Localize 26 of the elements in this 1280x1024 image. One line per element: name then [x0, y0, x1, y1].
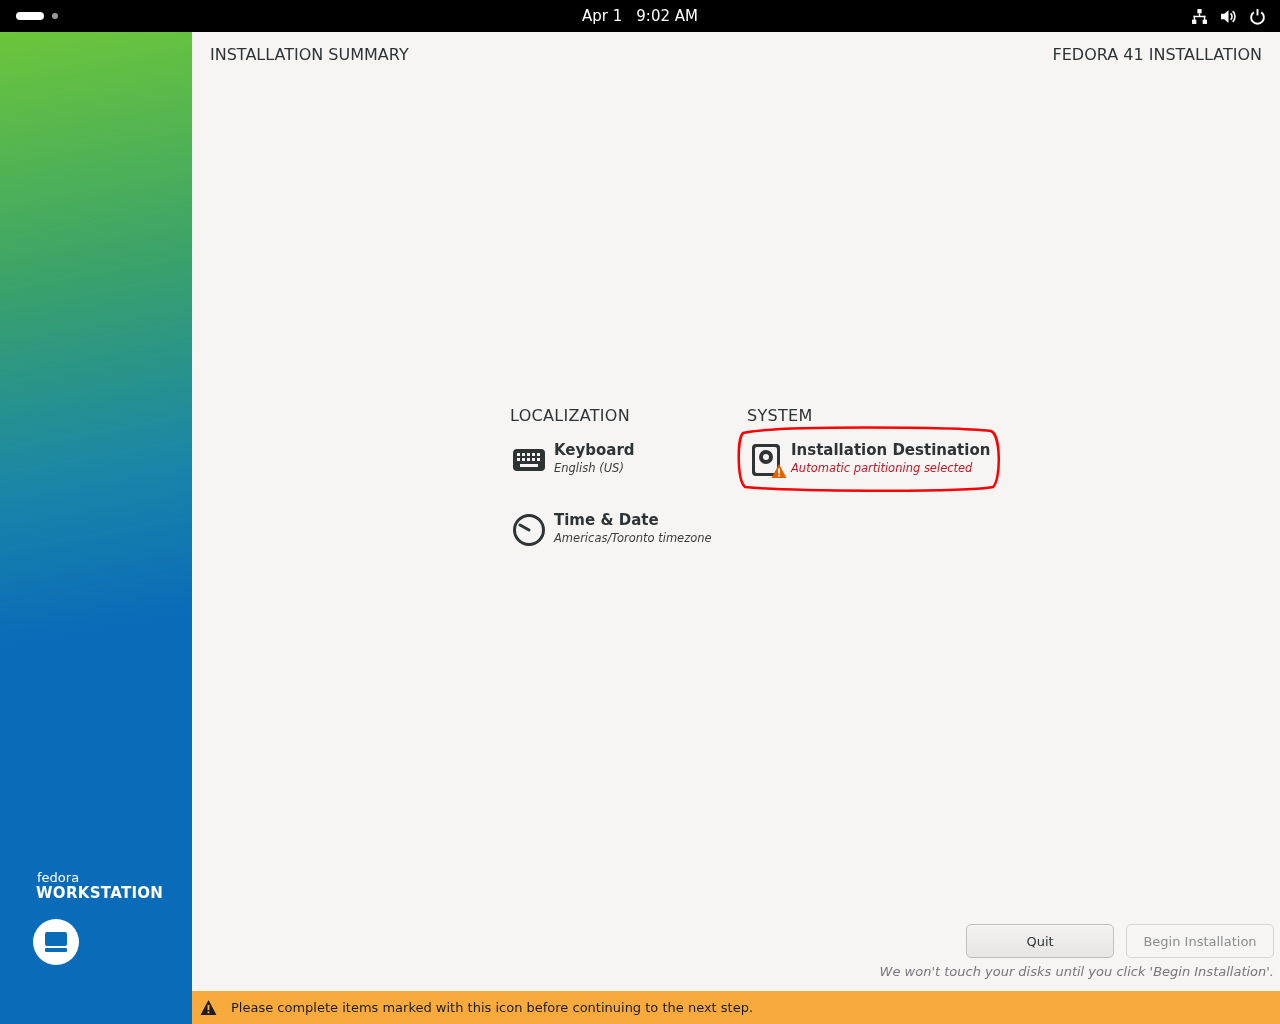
- warning-icon: [200, 999, 217, 1016]
- date-label[interactable]: Apr 1: [582, 7, 623, 25]
- time-label[interactable]: 9:02 AM: [636, 7, 698, 25]
- power-icon[interactable]: [1249, 7, 1266, 25]
- spoke-title[interactable]: Installation Destination: [791, 441, 991, 459]
- spoke-title[interactable]: Time & Date: [554, 511, 712, 529]
- spoke-status: English (US): [554, 461, 625, 475]
- spoke-status: Americas/Toronto timezone: [554, 531, 712, 545]
- product-title: FEDORA 41 INSTALLATION: [1052, 45, 1262, 64]
- spoke-title[interactable]: Keyboard: [554, 441, 635, 459]
- warning-message: Please complete items marked with this icon before continuing to the next step.: [231, 1000, 754, 1015]
- page-title: INSTALLATION SUMMARY: [210, 45, 409, 64]
- activities-indicator[interactable]: [16, 12, 44, 20]
- category-title: SYSTEM: [747, 406, 814, 425]
- warning-icon: [771, 463, 787, 479]
- network-icon[interactable]: [1191, 7, 1208, 25]
- quit-button[interactable]: Quit: [966, 924, 1114, 958]
- logo-wordmark: fedora: [37, 871, 80, 884]
- spoke-status: Automatic partitioning selected: [791, 461, 974, 475]
- laptop-logo-icon: [32, 918, 80, 966]
- category-title: LOCALIZATION: [510, 406, 631, 425]
- volume-icon[interactable]: [1220, 7, 1237, 25]
- logo-edition: WORKSTATION: [36, 884, 164, 902]
- clock-icon: [512, 513, 546, 547]
- workspace-dot[interactable]: [52, 13, 58, 19]
- disk-note: We won't touch your disks until you click 'Begin Installation'.: [878, 963, 1275, 981]
